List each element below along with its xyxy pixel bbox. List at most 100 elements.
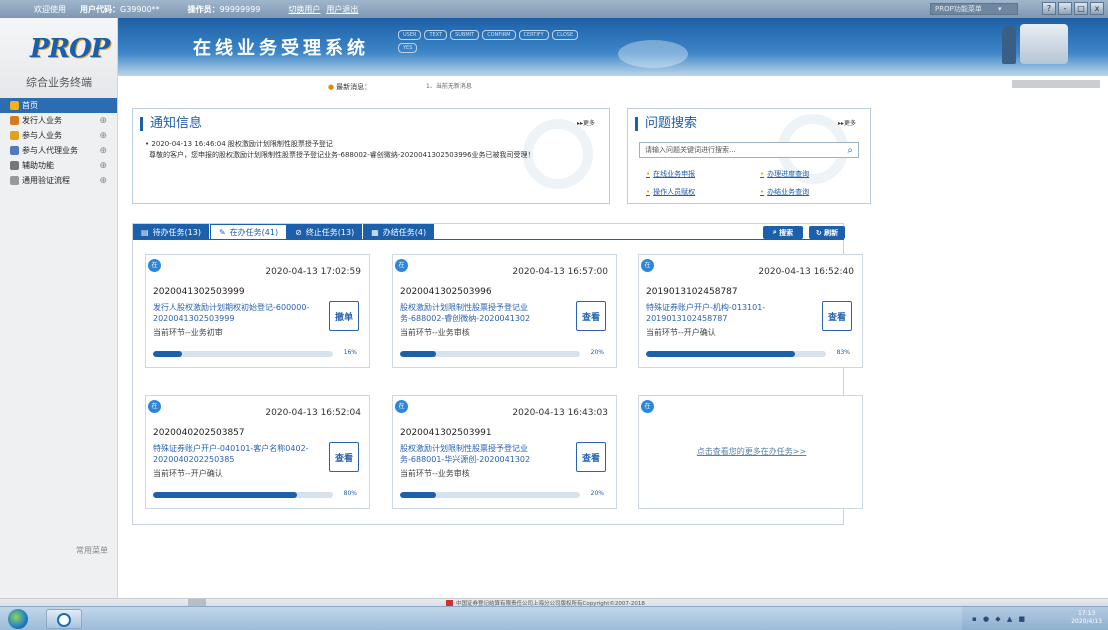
task-card: 在 2020-04-13 16:52:40 2019013102458787 特殊证券… <box>638 254 863 368</box>
tab-3[interactable]: ▦ 办结任务(4) <box>363 224 436 240</box>
status-tag-icon: 在 <box>641 259 654 272</box>
more-tasks-card: 在点击查看您的更多在办任务>> <box>638 395 863 509</box>
news-text: 1、当前无新消息 <box>426 83 472 90</box>
function-menu-select[interactable]: PROP功能菜单 ▾ <box>930 3 1018 15</box>
task-code: 2020040202503857 <box>153 428 245 438</box>
sidebar-item-label: 辅助功能 <box>22 161 54 170</box>
task-date: 2020-04-13 16:52:04 <box>265 408 361 418</box>
progress-bar <box>153 351 333 357</box>
footer-scroll-handle[interactable] <box>188 599 206 606</box>
refresh-button[interactable]: ↻ 刷新 <box>809 226 845 239</box>
task-name-link[interactable]: 股权激励计划限制性股票授予登记业务-688002-睿创微纳-2020041302 <box>400 302 568 324</box>
task-action-button[interactable]: 查看 <box>576 442 606 472</box>
task-action-button[interactable]: 查看 <box>329 442 359 472</box>
sidebar-item-label: 参与人业务 <box>22 131 62 140</box>
tab-label: 在办任务(41) <box>229 228 279 237</box>
help-icon[interactable]: ? <box>1042 2 1056 15</box>
task-date: 2020-04-13 16:57:00 <box>512 267 608 277</box>
notice-title: 通知信息 <box>140 117 202 131</box>
tab-1[interactable]: ✎ 在办任务(41) <box>209 224 288 240</box>
link-closed-query[interactable]: 办结业务查询 <box>760 187 809 197</box>
clipboard-icon: ▤ <box>141 227 149 237</box>
sidebar-item-5[interactable]: 通用验证流程 ⊕ <box>0 173 117 188</box>
tab-2[interactable]: ⊘ 终止任务(13) <box>287 224 364 240</box>
top-bar: 欢迎使用 用户代码：G39900** 操作员：99999999 切换用户 用户退… <box>0 0 1108 18</box>
folder-icon <box>10 176 19 185</box>
expand-icon[interactable]: ⊕ <box>99 161 107 171</box>
progress-fill <box>400 351 436 357</box>
operator: 操作员：99999999 <box>187 4 261 14</box>
progress-bar <box>400 492 580 498</box>
expand-icon[interactable]: ⊕ <box>99 176 107 186</box>
progress-fill <box>646 351 796 357</box>
header-banner: 在线业务受理系统 USER TEXT SUBMIT CONFIRM CERTIFY CLO… <box>118 18 1108 76</box>
task-step: 当前环节--业务审核 <box>400 469 470 478</box>
status-tag-icon: 在 <box>395 259 408 272</box>
chart-icon: ▦ <box>371 227 379 237</box>
task-name-link[interactable]: 发行人股权激励计划期权初始登记-600000-2020041302503999 <box>153 302 321 324</box>
task-name-link[interactable]: 特殊证券账户开户-机构-013101-2019013102458787 <box>646 302 814 324</box>
logout-link[interactable]: 用户退出 <box>326 4 358 15</box>
link-online-declare[interactable]: 在线业务申报 <box>646 169 695 179</box>
link-operator-auth[interactable]: 操作人员赋权 <box>646 187 695 197</box>
task-name-link[interactable]: 特殊证券账户开户-040101-客户名称0402-202004020225038… <box>153 443 321 465</box>
status-tag-icon: 在 <box>148 259 161 272</box>
minimize-icon[interactable]: - <box>1058 2 1072 15</box>
switch-user-link[interactable]: 切换用户 <box>288 4 320 15</box>
search-button[interactable]: ⌕ 搜索 <box>763 226 803 239</box>
sidebar-item-1[interactable]: 发行人业务 ⊕ <box>0 113 117 128</box>
link-progress-query[interactable]: 办理进度查询 <box>760 169 809 179</box>
cloud-decoration <box>618 40 688 68</box>
sidebar-item-label: 首页 <box>22 101 38 110</box>
task-card: 在 2020-04-13 16:57:00 2020041302503996 股权激励… <box>392 254 617 368</box>
task-action-button[interactable]: 撤单 <box>329 301 359 331</box>
status-tag-icon: 在 <box>641 400 654 413</box>
progress-fill <box>153 492 297 498</box>
tab-divider <box>133 239 844 240</box>
task-card: 在 2020-04-13 16:52:04 2020040202503857 特殊证券… <box>145 395 370 509</box>
search-icon[interactable]: ⌕ <box>847 144 853 158</box>
sidebar: PROP 综合业务终端 首页 发行人业务 ⊕ 参与人业务 ⊕ 参与人代理业务 ⊕ 辅助功能 ⊕ 通… <box>0 18 118 600</box>
expand-icon[interactable]: ⊕ <box>99 116 107 126</box>
task-name-link[interactable]: 股权激励计划限制性股票授予登记业务-688001-华兴源创-2020041302 <box>400 443 568 465</box>
sidebar-item-4[interactable]: 辅助功能 ⊕ <box>0 158 117 173</box>
notice-item-title[interactable]: • 2020-04-13 16:46:04 股权激励计划限制性股票授予登记 <box>145 139 333 149</box>
people-icon <box>10 131 19 140</box>
tab-label: 终止任务(13) <box>305 227 355 237</box>
expand-icon[interactable]: ⊕ <box>99 131 107 141</box>
start-button-icon[interactable] <box>8 609 28 629</box>
flow-step: CERTIFY <box>518 30 549 40</box>
sidebar-item-3[interactable]: 参与人代理业务 ⊕ <box>0 143 117 158</box>
question-search-input[interactable]: 请输入问题关键词进行搜索... ⌕ <box>639 142 859 158</box>
expand-icon[interactable]: ⊕ <box>99 146 107 156</box>
computer-icon <box>1020 24 1068 64</box>
taskbar-app-button[interactable] <box>46 609 82 629</box>
window-controls: ? - □ x <box>1042 2 1104 15</box>
tray-icons[interactable]: ▪ ● ◆ ▲ ■ <box>972 615 1027 623</box>
sidebar-item-2[interactable]: 参与人业务 ⊕ <box>0 128 117 143</box>
more-tasks-link[interactable]: 点击查看您的更多在办任务>> <box>639 446 864 457</box>
question-more-link[interactable]: ▸▸更多 <box>838 118 856 127</box>
notice-more-link[interactable]: ▸▸更多 <box>577 118 595 127</box>
app-name: 综合业务终端 <box>26 76 92 89</box>
progress-percent: 20% <box>590 349 604 356</box>
user-icon <box>10 116 19 125</box>
sidebar-item-label: 发行人业务 <box>22 116 62 125</box>
progress-percent: 80% <box>343 490 357 497</box>
footer: 中国证券登记结算有限责任公司上海分公司版权所有Copyright©2007-20… <box>0 598 1108 607</box>
close-icon[interactable]: x <box>1090 2 1104 15</box>
sidebar-item-0[interactable]: 首页 <box>0 98 117 113</box>
task-step: 当前环节--开户确认 <box>153 469 223 478</box>
task-action-button[interactable]: 查看 <box>576 301 606 331</box>
tab-0[interactable]: ▤ 待办任务(13) <box>133 224 210 240</box>
status-tag-icon: 在 <box>395 400 408 413</box>
flow-steps: USER TEXT SUBMIT CONFIRM CERTIFY CLOSE YES <box>398 30 598 53</box>
maximize-icon[interactable]: □ <box>1074 2 1088 15</box>
tab-label: 待办任务(13) <box>152 227 201 237</box>
clock[interactable]: 17:13 2020/4/13 <box>1071 610 1102 626</box>
progress-percent: 83% <box>836 349 850 356</box>
sidebar-menu: 首页 发行人业务 ⊕ 参与人业务 ⊕ 参与人代理业务 ⊕ 辅助功能 ⊕ 通用验证流程 ⊕ <box>0 98 117 188</box>
task-action-button[interactable]: 查看 <box>822 301 852 331</box>
notice-panel: 通知信息 ▸▸更多 • 2020-04-13 16:46:04 股权激励计划限制… <box>132 108 610 204</box>
task-tabs: ▤ 待办任务(13) ✎ 在办任务(41) ⊘ 终止任务(13) ▦ 办结任务(4) <box>133 224 436 240</box>
